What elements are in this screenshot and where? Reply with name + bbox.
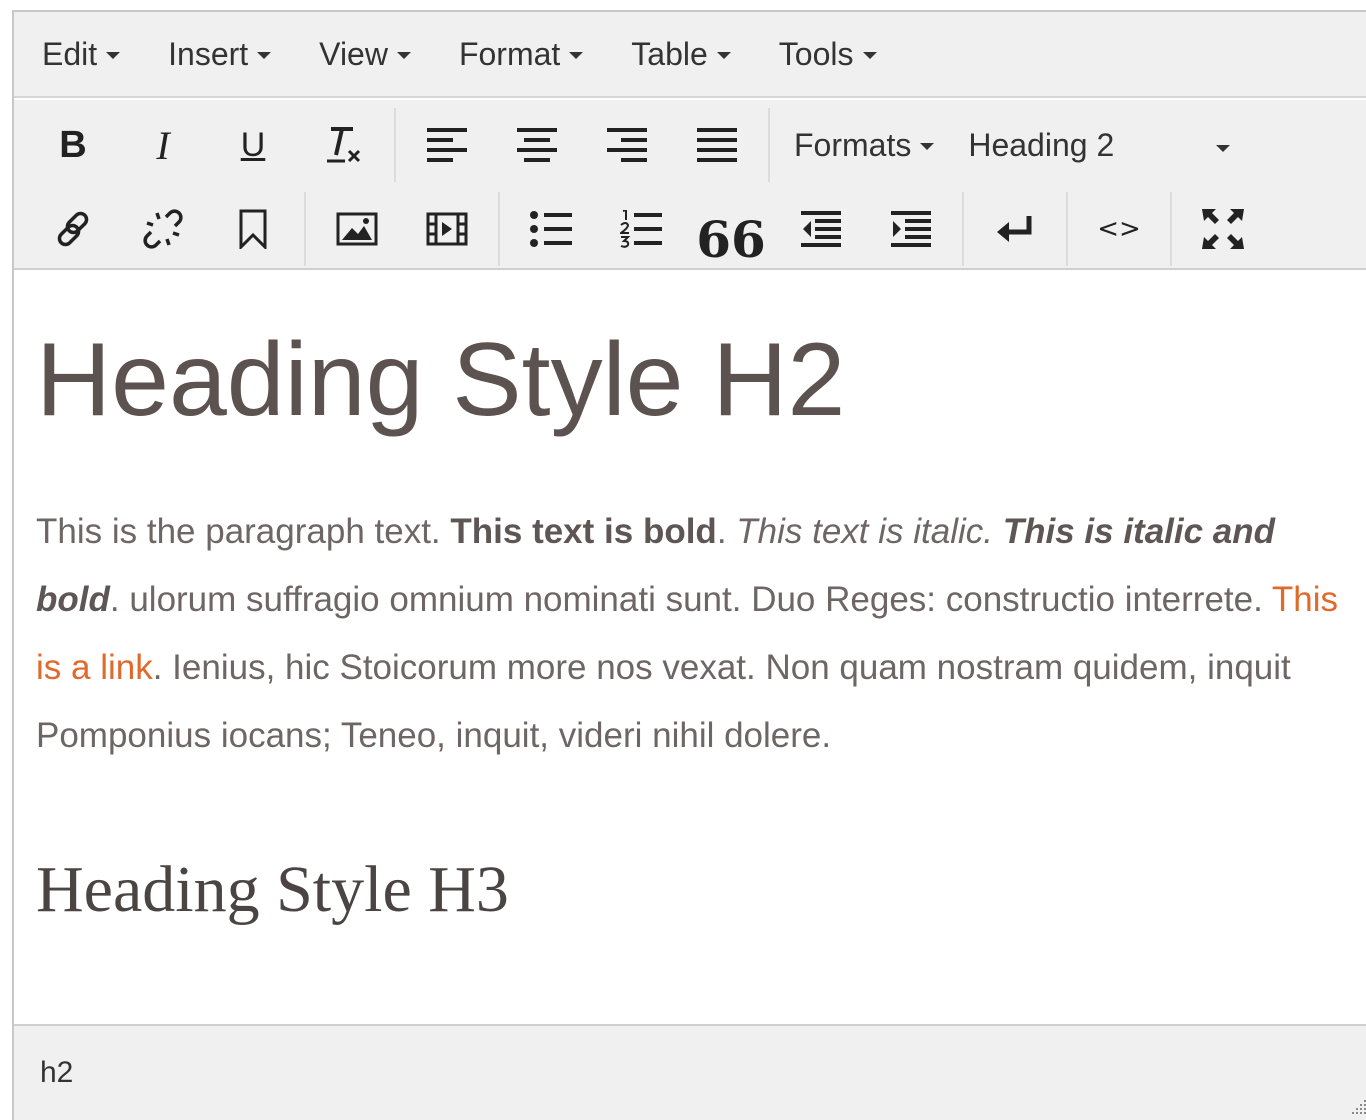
menu-tools-label: Tools	[778, 35, 854, 72]
clear-formatting-button[interactable]	[298, 115, 388, 175]
menu-edit-label: Edit	[42, 35, 98, 72]
insert-link-button[interactable]	[28, 199, 118, 259]
toolbar-group-align	[394, 108, 768, 182]
video-icon	[426, 212, 468, 246]
fullscreen-icon	[1202, 209, 1244, 249]
caret-down-icon	[920, 143, 935, 150]
toolbar-row-1: B I U Formats Heading 2	[14, 104, 1366, 186]
menu-edit[interactable]: Edit	[42, 35, 121, 73]
paragraph-text: . ulorum suffragio omnium nominati sunt.…	[109, 580, 1272, 619]
align-right-button[interactable]	[582, 115, 672, 175]
caret-down-icon	[396, 52, 411, 59]
bold-button[interactable]: B	[28, 115, 118, 175]
indent-button[interactable]	[866, 199, 956, 259]
source-code-button[interactable]: <>	[1074, 199, 1164, 259]
blockquote-icon: 66	[696, 210, 766, 269]
clear-formatting-icon	[327, 127, 361, 163]
menu-insert-label: Insert	[168, 35, 249, 72]
toolbar-group-code: <>	[1066, 192, 1170, 266]
caret-down-icon	[106, 52, 121, 59]
align-right-icon	[607, 128, 647, 162]
numbered-list-icon	[620, 210, 662, 248]
statusbar: h2	[14, 1024, 1366, 1120]
bullet-list-button[interactable]	[506, 199, 596, 259]
align-justify-button[interactable]	[672, 115, 762, 175]
underline-button[interactable]: U	[208, 115, 298, 175]
menu-insert[interactable]: Insert	[168, 35, 272, 73]
toolbar-group-fullscreen	[1170, 192, 1274, 266]
toolbar-row-2: 66 <>	[14, 188, 1366, 270]
resize-handle-icon[interactable]	[1346, 1096, 1366, 1118]
align-justify-icon	[697, 128, 737, 162]
heading-h2[interactable]: Heading Style H2	[36, 320, 1366, 440]
italic-text: This text is italic.	[736, 512, 993, 551]
line-break-button[interactable]	[970, 199, 1060, 259]
toolbar-group-text-style: B I U	[14, 108, 394, 182]
italic-icon: I	[156, 122, 170, 168]
menu-table[interactable]: Table	[631, 36, 731, 73]
menu-view[interactable]: View	[319, 36, 411, 73]
toolbar: B I U Formats Heading 2 66 <>	[14, 100, 1366, 270]
bold-icon: B	[59, 123, 87, 166]
numbered-list-button[interactable]	[596, 199, 686, 259]
element-path[interactable]: h2	[40, 1056, 73, 1090]
fullscreen-button[interactable]	[1178, 199, 1268, 259]
insert-image-button[interactable]	[312, 199, 402, 259]
caret-down-icon	[569, 52, 584, 59]
menu-tools[interactable]: Tools	[779, 36, 877, 73]
bold-text: This text is bold	[450, 512, 717, 551]
blockquote-button[interactable]: 66	[686, 199, 776, 265]
remove-link-button[interactable]	[118, 199, 208, 259]
link-icon	[57, 211, 89, 247]
italic-button[interactable]: I	[118, 115, 208, 175]
paragraph-text: This is the paragraph text.	[36, 512, 451, 551]
caret-down-icon	[716, 52, 731, 59]
align-center-button[interactable]	[492, 115, 582, 175]
code-icon: <>	[1097, 214, 1141, 244]
toolbar-group-media	[304, 192, 498, 266]
toolbar-group-lists: 66	[498, 192, 962, 266]
bookmark-icon	[239, 209, 267, 249]
formats-label: Formats	[794, 126, 912, 163]
formats-dropdown[interactable]: Formats	[776, 115, 948, 175]
caret-down-icon	[862, 52, 877, 59]
editor-content[interactable]: Heading Style H2 This is the paragraph t…	[14, 272, 1366, 1028]
bullet-list-icon	[530, 211, 572, 247]
menu-format[interactable]: Format	[458, 35, 584, 73]
menubar: Edit Insert View Format Table Tools	[14, 12, 1366, 98]
paragraph[interactable]: This is the paragraph text. This text is…	[36, 498, 1356, 770]
bookmark-button[interactable]	[208, 199, 298, 259]
image-icon	[336, 212, 378, 246]
align-center-icon	[517, 128, 557, 162]
paragraph-text: .	[716, 512, 737, 551]
block-format-value: Heading 2	[968, 126, 1115, 163]
align-left-button[interactable]	[402, 115, 492, 175]
toolbar-group-links	[14, 192, 304, 266]
insert-video-button[interactable]	[402, 199, 492, 259]
outdent-icon	[801, 211, 841, 247]
indent-icon	[891, 211, 931, 247]
block-format-select[interactable]: Heading 2	[948, 115, 1231, 175]
paragraph-text: . Ienius, hic Stoicorum more nos vexat. …	[36, 648, 1291, 755]
outdent-button[interactable]	[776, 199, 866, 259]
caret-down-icon	[257, 52, 272, 59]
menu-format-label: Format	[458, 35, 561, 72]
menu-view-label: View	[319, 35, 388, 72]
toolbar-group-break	[962, 192, 1066, 266]
menu-table-label: Table	[631, 35, 708, 72]
align-left-icon	[427, 128, 467, 162]
toolbar-group-formats: Formats Heading 2	[768, 108, 1236, 182]
rich-text-editor: Edit Insert View Format Table Tools B I …	[12, 10, 1366, 1120]
caret-down-icon	[1216, 145, 1231, 152]
paragraph-text	[993, 512, 1003, 551]
line-break-icon	[997, 216, 1032, 242]
heading-h3[interactable]: Heading Style H3	[36, 850, 1366, 930]
unlink-icon	[143, 209, 183, 249]
underline-icon: U	[240, 125, 266, 164]
